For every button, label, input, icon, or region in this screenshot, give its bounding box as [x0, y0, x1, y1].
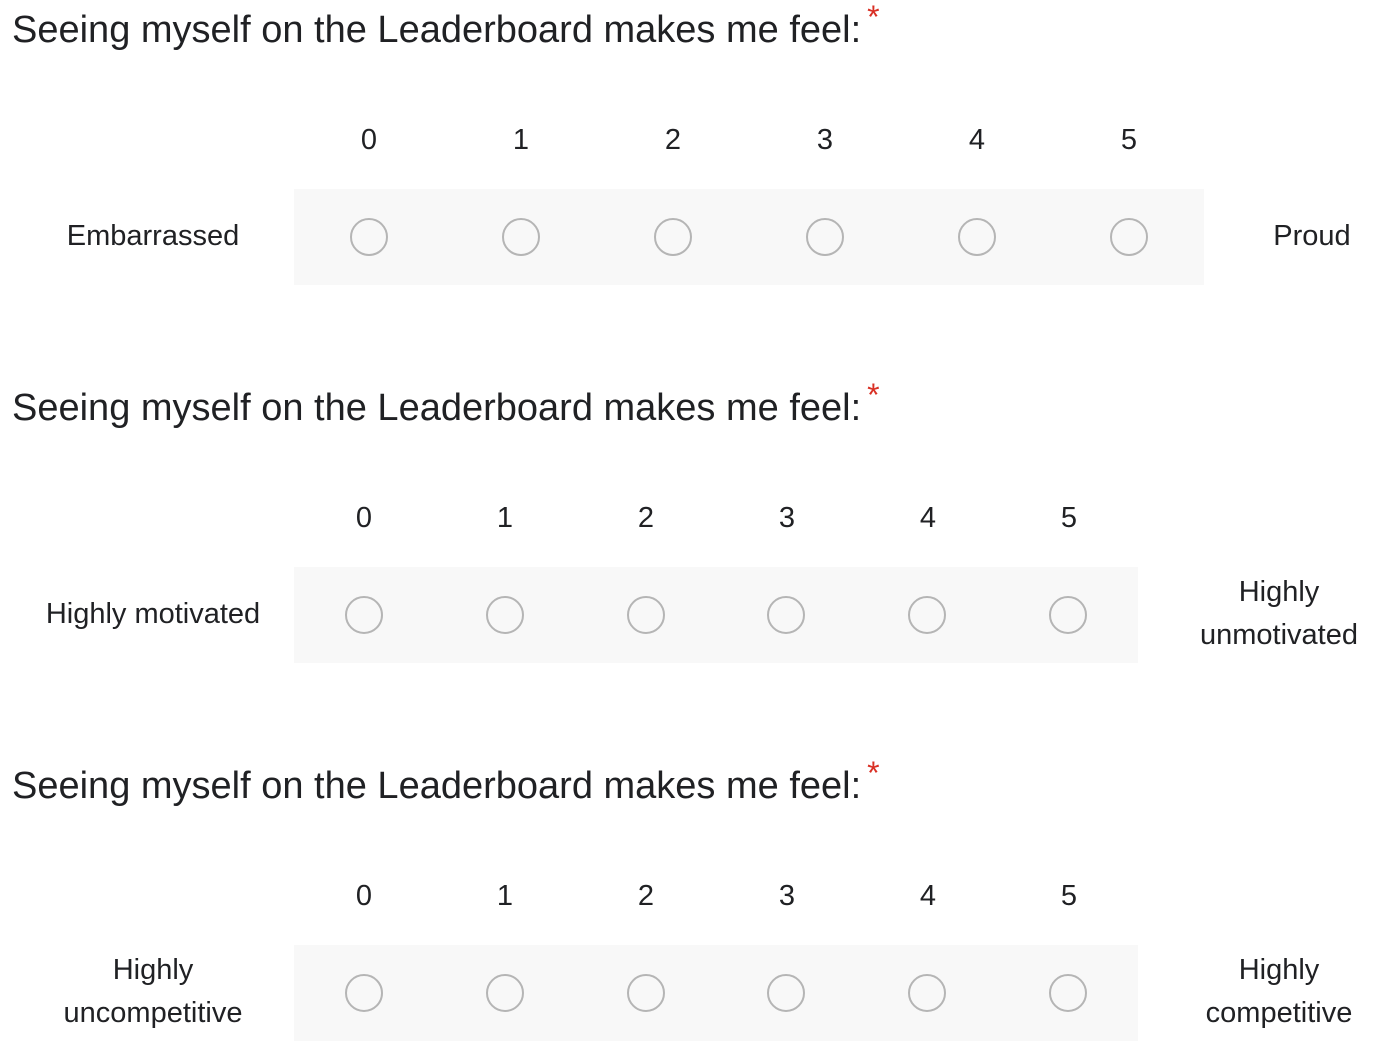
question-title: Seeing myself on the Leaderboard makes m… [12, 755, 880, 811]
low-end-label: Highly uncompetitive [63, 954, 243, 1029]
scale-number-0: 0 [355, 502, 373, 534]
radio-option-5[interactable] [1110, 218, 1148, 256]
question-title-text: Seeing myself on the Leaderboard makes m… [12, 9, 862, 51]
radio-option-1[interactable] [486, 974, 524, 1012]
radio-option-1[interactable] [502, 218, 540, 256]
radio-option-5[interactable] [1049, 974, 1087, 1012]
radio-option-4[interactable] [908, 596, 946, 634]
scale-number-2: 2 [637, 880, 655, 912]
radio-option-1[interactable] [486, 596, 524, 634]
scale-number-5: 5 [1060, 880, 1078, 912]
scale-number-4: 4 [968, 124, 986, 156]
high-end-label: Highly competitive [1205, 954, 1353, 1029]
scale-number-4: 4 [919, 880, 937, 912]
low-end-label: Highly motivated [45, 598, 261, 630]
scale-number-0: 0 [360, 124, 378, 156]
scale-row [294, 189, 1204, 285]
required-asterisk: * [867, 377, 880, 413]
question-1: Seeing myself on the Leaderboard makes m… [0, 0, 1385, 300]
radio-option-2[interactable] [654, 218, 692, 256]
high-end-label: Proud [1273, 220, 1351, 252]
scale-number-3: 3 [778, 502, 796, 534]
radio-option-3[interactable] [767, 974, 805, 1012]
scale-number-4: 4 [919, 502, 937, 534]
scale-row [294, 567, 1138, 663]
question-2: Seeing myself on the Leaderboard makes m… [0, 377, 1385, 678]
radio-option-0[interactable] [345, 974, 383, 1012]
scale-number-2: 2 [664, 124, 682, 156]
high-end-label: Highly unmotivated [1200, 576, 1358, 651]
radio-option-4[interactable] [958, 218, 996, 256]
radio-option-4[interactable] [908, 974, 946, 1012]
radio-option-3[interactable] [767, 596, 805, 634]
scale-row [294, 945, 1138, 1041]
radio-option-2[interactable] [627, 974, 665, 1012]
required-asterisk: * [867, 0, 880, 35]
question-title: Seeing myself on the Leaderboard makes m… [12, 0, 880, 55]
scale-number-5: 5 [1060, 502, 1078, 534]
scale-number-2: 2 [637, 502, 655, 534]
radio-option-2[interactable] [627, 596, 665, 634]
scale-number-1: 1 [496, 502, 514, 534]
required-asterisk: * [867, 755, 880, 791]
scale-number-1: 1 [496, 880, 514, 912]
low-end-label: Embarrassed [66, 220, 240, 252]
question-3: Seeing myself on the Leaderboard makes m… [0, 755, 1385, 1056]
scale-number-3: 3 [816, 124, 834, 156]
question-title-text: Seeing myself on the Leaderboard makes m… [12, 387, 862, 429]
radio-option-0[interactable] [350, 218, 388, 256]
scale-number-0: 0 [355, 880, 373, 912]
scale-number-5: 5 [1120, 124, 1138, 156]
scale-number-1: 1 [512, 124, 530, 156]
question-title: Seeing myself on the Leaderboard makes m… [12, 377, 880, 433]
scale-number-3: 3 [778, 880, 796, 912]
radio-option-3[interactable] [806, 218, 844, 256]
radio-option-0[interactable] [345, 596, 383, 634]
radio-option-5[interactable] [1049, 596, 1087, 634]
question-title-text: Seeing myself on the Leaderboard makes m… [12, 765, 862, 807]
